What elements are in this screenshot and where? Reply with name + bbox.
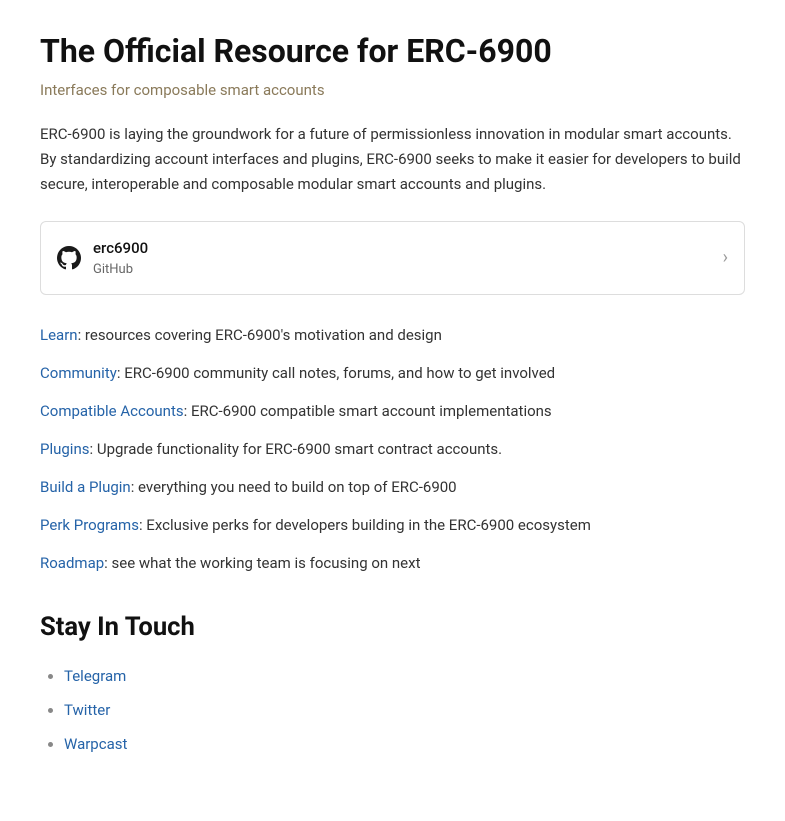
repo-name: erc6900 bbox=[93, 236, 148, 260]
nav-list-item: Learn: resources covering ERC-6900's mot… bbox=[40, 323, 745, 347]
touch-link[interactable]: Telegram bbox=[64, 667, 126, 685]
nav-link[interactable]: Perk Programs bbox=[40, 516, 139, 534]
github-card-text: erc6900 GitHub bbox=[93, 236, 148, 281]
nav-link[interactable]: Compatible Accounts bbox=[40, 402, 184, 420]
nav-link[interactable]: Build a Plugin bbox=[40, 478, 131, 496]
stay-in-touch-heading: Stay In Touch bbox=[40, 607, 745, 648]
github-card[interactable]: erc6900 GitHub › bbox=[40, 221, 745, 296]
touch-link[interactable]: Warpcast bbox=[64, 735, 127, 753]
touch-list-item: Warpcast bbox=[64, 732, 745, 756]
nav-link[interactable]: Community bbox=[40, 364, 117, 382]
chevron-right-icon: › bbox=[723, 244, 728, 273]
github-card-left: erc6900 GitHub bbox=[57, 236, 148, 281]
nav-link[interactable]: Plugins bbox=[40, 440, 89, 458]
page-description: ERC-6900 is laying the groundwork for a … bbox=[40, 122, 745, 196]
page-title: The Official Resource for ERC-6900 bbox=[40, 32, 745, 70]
nav-list-item: Community: ERC-6900 community call notes… bbox=[40, 361, 745, 385]
nav-list-item: Build a Plugin: everything you need to b… bbox=[40, 475, 745, 499]
touch-link[interactable]: Twitter bbox=[64, 701, 110, 719]
nav-link[interactable]: Learn bbox=[40, 326, 78, 344]
page-subtitle: Interfaces for composable smart accounts bbox=[40, 78, 745, 102]
repo-source: GitHub bbox=[93, 260, 148, 281]
touch-list-item: Twitter bbox=[64, 698, 745, 722]
nav-list: Learn: resources covering ERC-6900's mot… bbox=[40, 323, 745, 575]
github-icon bbox=[57, 246, 81, 270]
nav-list-item: Plugins: Upgrade functionality for ERC-6… bbox=[40, 437, 745, 461]
nav-list-item: Compatible Accounts: ERC-6900 compatible… bbox=[40, 399, 745, 423]
touch-list: Telegram Twitter Warpcast bbox=[40, 664, 745, 756]
nav-link[interactable]: Roadmap bbox=[40, 554, 104, 572]
touch-list-item: Telegram bbox=[64, 664, 745, 688]
nav-list-item: Perk Programs: Exclusive perks for devel… bbox=[40, 513, 745, 537]
nav-list-item: Roadmap: see what the working team is fo… bbox=[40, 551, 745, 575]
